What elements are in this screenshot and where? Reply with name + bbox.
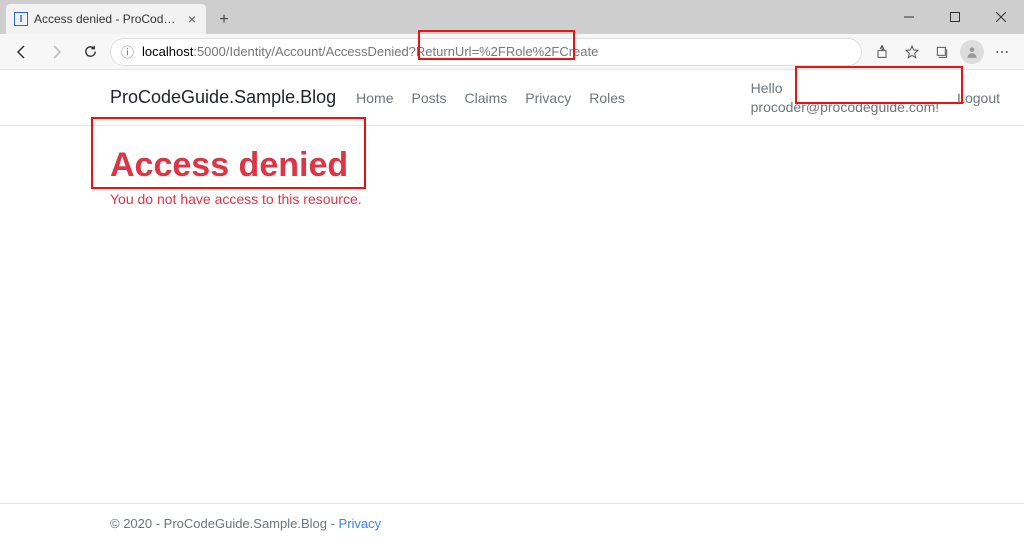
url-text: localhost:5000/Identity/Account/AccessDe…	[142, 44, 598, 59]
close-window-button[interactable]	[978, 0, 1024, 34]
nav-claims[interactable]: Claims	[465, 90, 508, 106]
nav-home[interactable]: Home	[356, 90, 393, 106]
greeting-line1: Hello	[751, 80, 783, 96]
minimize-button[interactable]	[886, 0, 932, 34]
new-tab-button[interactable]: +	[210, 6, 238, 34]
nav-posts[interactable]: Posts	[412, 90, 447, 106]
nav-links: Home Posts Claims Privacy Roles	[356, 90, 625, 106]
logout-link[interactable]: Logout	[957, 90, 1000, 106]
avatar-icon	[960, 40, 984, 64]
refresh-button[interactable]	[76, 38, 104, 66]
nav-roles[interactable]: Roles	[589, 90, 625, 106]
site-footer: © 2020 - ProCodeGuide.Sample.Blog - Priv…	[0, 503, 1024, 549]
nav-privacy[interactable]: Privacy	[525, 90, 571, 106]
collections-icon[interactable]	[928, 38, 956, 66]
profile-button[interactable]	[958, 38, 986, 66]
page-content: Access denied You do not have access to …	[0, 126, 1024, 503]
favorites-icon[interactable]	[898, 38, 926, 66]
more-options-button[interactable]	[988, 38, 1016, 66]
browser-tab-strip: I Access denied - ProCodeGuide.S × +	[0, 0, 1024, 34]
window-controls	[886, 0, 1024, 34]
greeting-line2: procoder@procodeguide.com!	[751, 99, 940, 115]
tab-title: Access denied - ProCodeGuide.S	[34, 12, 180, 26]
close-tab-icon[interactable]: ×	[186, 11, 198, 27]
read-aloud-icon[interactable]	[868, 38, 896, 66]
browser-tab[interactable]: I Access denied - ProCodeGuide.S ×	[6, 4, 206, 34]
maximize-button[interactable]	[932, 0, 978, 34]
address-bar[interactable]: ⓘ localhost:5000/Identity/Account/Access…	[110, 38, 862, 66]
user-greeting[interactable]: Hello procoder@procodeguide.com!	[751, 79, 940, 115]
brand-title[interactable]: ProCodeGuide.Sample.Blog	[110, 87, 336, 108]
access-denied-title: Access denied	[110, 146, 914, 185]
forward-button[interactable]	[42, 38, 70, 66]
site-header: ProCodeGuide.Sample.Blog Home Posts Clai…	[0, 70, 1024, 126]
footer-copyright: © 2020 - ProCodeGuide.Sample.Blog -	[110, 516, 339, 531]
back-button[interactable]	[8, 38, 36, 66]
browser-toolbar: ⓘ localhost:5000/Identity/Account/Access…	[0, 34, 1024, 70]
footer-privacy-link[interactable]: Privacy	[339, 516, 382, 531]
access-denied-message: You do not have access to this resource.	[110, 191, 914, 207]
url-path: :5000/Identity/Account/AccessDenied?Retu…	[193, 44, 598, 59]
header-right: Hello procoder@procodeguide.com! Logout	[751, 79, 1000, 115]
site-info-icon[interactable]: ⓘ	[121, 42, 134, 61]
page-viewport: ProCodeGuide.Sample.Blog Home Posts Clai…	[0, 70, 1024, 549]
tab-favicon-icon: I	[14, 12, 28, 26]
url-host: localhost	[142, 44, 193, 59]
